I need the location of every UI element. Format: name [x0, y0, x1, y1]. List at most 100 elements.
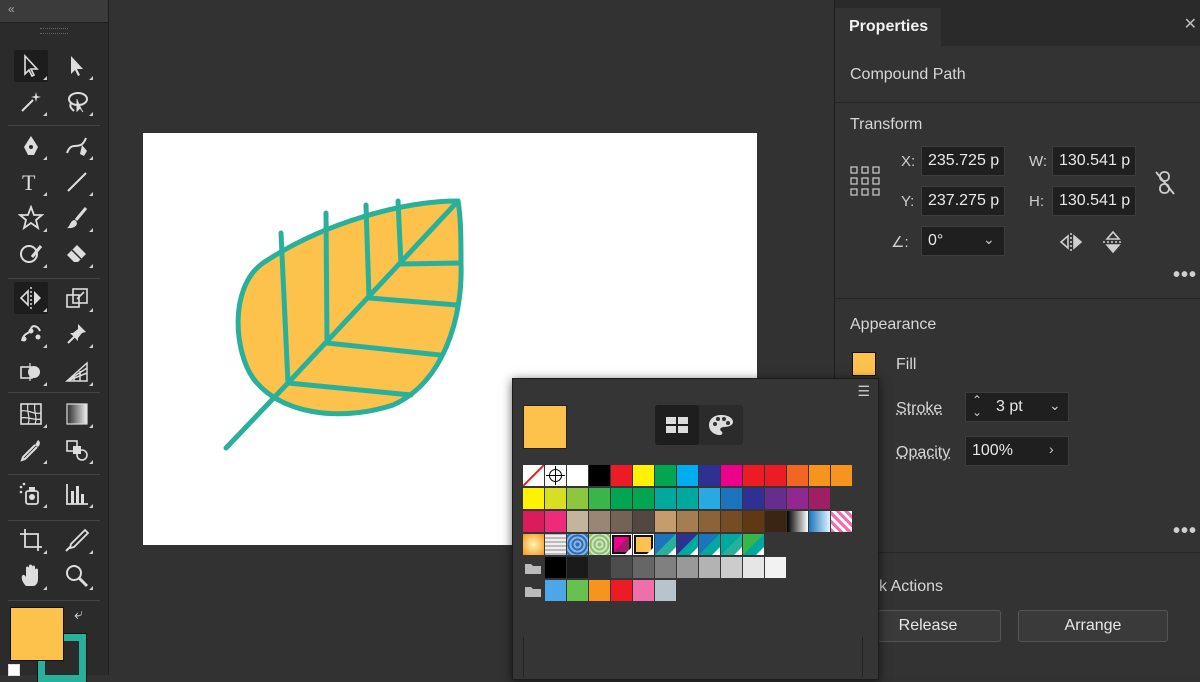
- color-swatch[interactable]: [765, 488, 786, 509]
- color-swatch[interactable]: [699, 534, 720, 555]
- color-swatch[interactable]: [787, 511, 808, 532]
- color-swatch[interactable]: [831, 511, 852, 532]
- color-swatch[interactable]: [545, 511, 566, 532]
- stroke-stepper-icon[interactable]: ⌃ ⌄: [972, 394, 982, 418]
- swatch-group-folder-icon[interactable]: [523, 557, 543, 578]
- flip-vertical-icon[interactable]: [1102, 230, 1124, 254]
- paintbrush-tool-button[interactable]: [60, 202, 94, 234]
- color-swatch[interactable]: [523, 488, 544, 509]
- color-swatch[interactable]: [589, 557, 610, 578]
- color-swatch[interactable]: [545, 488, 566, 509]
- magic-wand-tool-button[interactable]: [14, 86, 48, 118]
- opacity-arrow-icon[interactable]: ›: [1049, 441, 1054, 457]
- color-swatch[interactable]: [721, 488, 742, 509]
- color-swatch[interactable]: [787, 488, 808, 509]
- lasso-tool-button[interactable]: [60, 86, 94, 118]
- tab-properties[interactable]: Properties: [835, 8, 941, 46]
- color-swatch[interactable]: [721, 557, 742, 578]
- flip-horizontal-icon[interactable]: [1059, 232, 1083, 252]
- color-swatch[interactable]: [523, 511, 544, 532]
- close-panel-icon[interactable]: ✕: [1184, 14, 1197, 34]
- color-swatch[interactable]: [721, 511, 742, 532]
- artboard-tool-button[interactable]: [14, 524, 48, 556]
- color-swatch[interactable]: [831, 465, 852, 486]
- color-swatch[interactable]: [699, 465, 720, 486]
- stroke-dropdown-icon[interactable]: ⌄: [1049, 397, 1061, 414]
- fill-swatch[interactable]: [852, 352, 876, 376]
- color-swatch[interactable]: [633, 488, 654, 509]
- color-swatch[interactable]: [765, 465, 786, 486]
- eraser-tool-button[interactable]: [60, 238, 94, 270]
- stroke-label[interactable]: Stroke: [896, 400, 942, 418]
- h-field[interactable]: 130.541 p: [1052, 186, 1136, 216]
- color-swatch[interactable]: [809, 511, 830, 532]
- color-swatch[interactable]: [809, 488, 830, 509]
- perspective-grid-tool-button[interactable]: [60, 356, 94, 388]
- registration-swatch[interactable]: [545, 465, 566, 486]
- scale-tool-button[interactable]: [60, 282, 94, 314]
- color-swatch[interactable]: [721, 465, 742, 486]
- shaper-tool-button[interactable]: [14, 238, 48, 270]
- color-swatch[interactable]: [589, 488, 610, 509]
- color-swatch[interactable]: [611, 557, 632, 578]
- color-swatch[interactable]: [545, 534, 566, 555]
- color-swatch[interactable]: [589, 534, 610, 555]
- color-swatch[interactable]: [633, 534, 654, 555]
- swatches-menu-icon[interactable]: ☰: [857, 383, 870, 400]
- default-fill-stroke-icon[interactable]: [8, 664, 20, 676]
- color-swatch[interactable]: [677, 465, 698, 486]
- color-swatch[interactable]: [721, 534, 742, 555]
- puppet-warp-tool-button[interactable]: [14, 318, 48, 350]
- panel-grip[interactable]: [40, 28, 68, 34]
- color-swatch[interactable]: [655, 534, 676, 555]
- color-swatch[interactable]: [677, 488, 698, 509]
- reflect-tool-button[interactable]: [14, 282, 48, 314]
- selection-tool-button[interactable]: [14, 50, 48, 82]
- x-field[interactable]: 235.725 p: [921, 146, 1005, 176]
- none-swatch[interactable]: [522, 464, 545, 487]
- mesh-tool-button[interactable]: [14, 398, 48, 430]
- color-swatch[interactable]: [677, 511, 698, 532]
- pen-tool-button[interactable]: [14, 130, 48, 162]
- color-swatch[interactable]: [589, 465, 610, 486]
- constrain-proportions-icon[interactable]: [1153, 170, 1177, 196]
- color-swatch[interactable]: [655, 580, 676, 601]
- color-swatch[interactable]: [699, 488, 720, 509]
- rotate-dropdown-icon[interactable]: ⌄: [983, 231, 995, 248]
- star-tool-button[interactable]: [14, 202, 48, 234]
- blend-tool-button[interactable]: [60, 434, 94, 466]
- color-swatch[interactable]: [743, 557, 764, 578]
- color-swatch[interactable]: [567, 557, 588, 578]
- color-swatch[interactable]: [677, 557, 698, 578]
- y-field[interactable]: 237.275 p: [921, 186, 1005, 216]
- line-segment-tool-button[interactable]: [60, 166, 94, 198]
- symbol-sprayer-tool-button[interactable]: [14, 478, 48, 510]
- eyedropper-tool-button[interactable]: [14, 434, 48, 466]
- column-graph-tool-button[interactable]: [60, 478, 94, 510]
- color-swatch[interactable]: [611, 511, 632, 532]
- color-swatch[interactable]: [633, 580, 654, 601]
- color-swatch[interactable]: [523, 534, 544, 555]
- color-swatch[interactable]: [655, 511, 676, 532]
- color-swatch[interactable]: [567, 465, 588, 486]
- zoom-tool-button[interactable]: [60, 560, 94, 592]
- color-swatch[interactable]: [611, 465, 632, 486]
- swatches-view-button[interactable]: [655, 405, 699, 445]
- more-options-icon[interactable]: •••: [1173, 264, 1197, 287]
- color-swatch[interactable]: [677, 534, 698, 555]
- slice-tool-button[interactable]: [60, 524, 94, 556]
- arrange-button[interactable]: Arrange: [1018, 610, 1168, 642]
- swatch-group-folder-icon[interactable]: [523, 580, 543, 601]
- color-swatch[interactable]: [567, 580, 588, 601]
- gradient-tool-button[interactable]: [60, 398, 94, 430]
- color-swatch[interactable]: [699, 511, 720, 532]
- color-swatch[interactable]: [743, 511, 764, 532]
- direct-selection-tool-button[interactable]: [60, 50, 94, 82]
- color-swatch[interactable]: [611, 580, 632, 601]
- color-swatch[interactable]: [743, 534, 764, 555]
- color-swatch[interactable]: [655, 465, 676, 486]
- opacity-label[interactable]: Opacity: [896, 444, 950, 462]
- color-swatch[interactable]: [589, 511, 610, 532]
- color-swatch[interactable]: [633, 465, 654, 486]
- pin-tool-button[interactable]: [60, 318, 94, 350]
